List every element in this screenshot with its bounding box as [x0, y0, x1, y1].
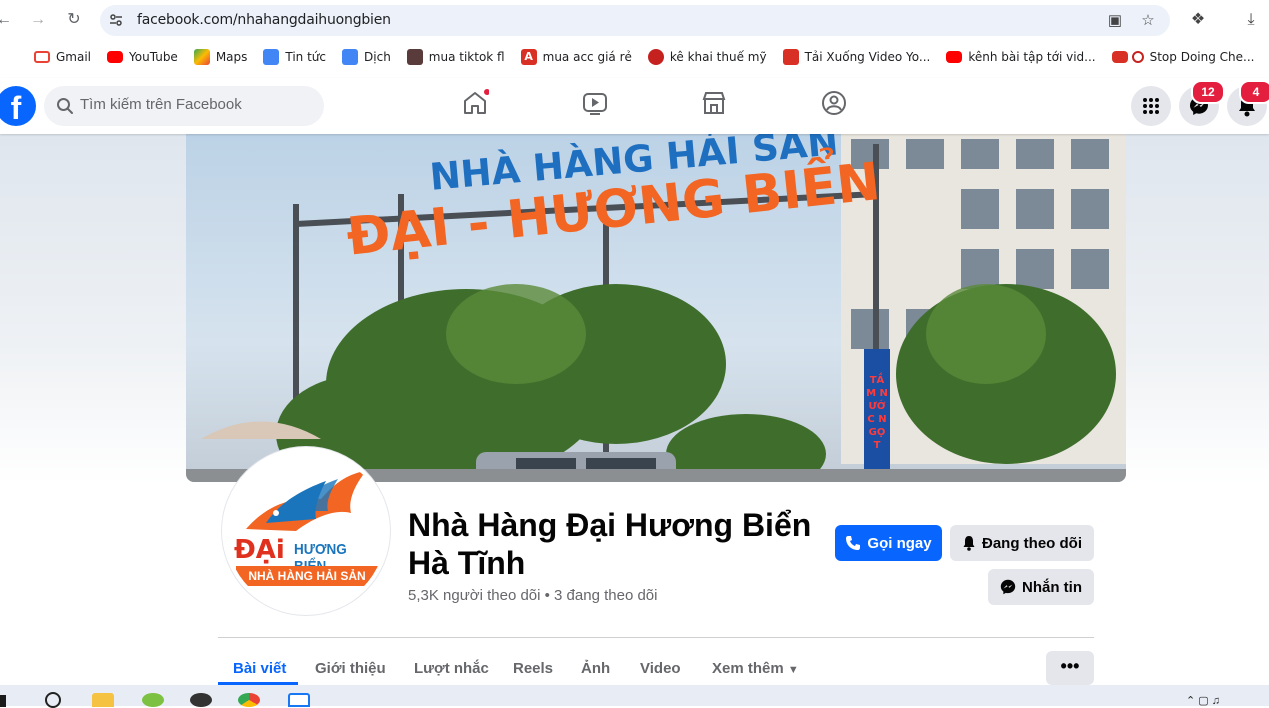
bookmark-translate[interactable]: Dịch — [342, 49, 391, 65]
messenger-badge: 12 — [1191, 80, 1225, 104]
app-icon[interactable] — [190, 693, 212, 707]
app-icon[interactable] — [142, 693, 164, 707]
bookmark-tiktok[interactable]: mua tiktok fl — [406, 49, 505, 65]
bookmark-maps[interactable]: Maps — [193, 49, 247, 65]
youtube-icon — [946, 51, 963, 63]
search-input[interactable] — [80, 96, 310, 113]
start-icon[interactable] — [0, 695, 6, 707]
tiktok-site-icon — [406, 49, 423, 65]
youtube-icon — [1111, 51, 1128, 63]
file-explorer-icon[interactable] — [92, 693, 114, 707]
marketplace-tab-icon[interactable] — [700, 89, 732, 121]
browser-toolbar: ← → ↻ facebook.com/nhahangdaihuongbien ▣… — [0, 0, 1269, 41]
bookmark-gmail[interactable]: Gmail — [34, 50, 91, 64]
page-follower-stats[interactable]: 5,3K người theo dõi • 3 đang theo dõi — [408, 587, 657, 604]
tray-icons[interactable]: ⌃ ▢ ♫ — [1186, 694, 1220, 707]
url-text[interactable]: facebook.com/nhahangdaihuongbien — [137, 12, 391, 28]
menu-grid-button[interactable] — [1131, 86, 1171, 126]
download-icon[interactable]: ⤓ — [1240, 9, 1262, 31]
back-icon[interactable]: ← — [0, 8, 16, 32]
bell-icon — [963, 536, 975, 551]
prohibited-icon — [1131, 51, 1144, 63]
bookmark-channel[interactable]: kênh bài tập tới vid... — [946, 50, 1096, 64]
apps-icon[interactable] — [0, 50, 4, 64]
tab-mentions[interactable]: Lượt nhắc — [414, 660, 489, 677]
download-site-icon — [782, 49, 799, 65]
tab-photos[interactable]: Ảnh — [581, 660, 610, 677]
notifications-badge: 4 — [1239, 80, 1269, 104]
logo-text-dai: ĐẠi — [234, 535, 285, 565]
tab-posts[interactable]: Bài viết — [233, 660, 286, 677]
bookmark-acc[interactable]: Amua acc giá rẻ — [520, 49, 632, 65]
tax-site-icon — [647, 49, 664, 65]
facebook-navbar: f 12 4 — [0, 78, 1269, 134]
news-icon — [263, 49, 280, 65]
bookmark-download-video[interactable]: Tải Xuống Video Yo... — [782, 49, 930, 65]
caret-down-icon: ▼ — [787, 664, 799, 676]
site-info-icon[interactable] — [108, 12, 124, 28]
message-button[interactable]: Nhắn tin — [988, 569, 1094, 605]
bookmark-tax[interactable]: kê khai thuế mỹ — [647, 49, 767, 65]
tab-videos[interactable]: Video — [640, 660, 681, 677]
more-options-button[interactable]: ••• — [1046, 651, 1094, 685]
facebook-search[interactable] — [44, 86, 324, 126]
messenger-icon — [1000, 579, 1016, 595]
groups-tab-icon[interactable] — [820, 89, 852, 121]
bookmark-youtube[interactable]: YouTube — [107, 50, 178, 64]
app-icon[interactable] — [288, 693, 310, 707]
logo-banner: NHÀ HÀNG HẢI SẢN — [236, 566, 378, 586]
home-tab-icon[interactable] — [461, 89, 493, 121]
bookmarks-bar: Gmail YouTube Maps Tin tức Dịch mua tikt… — [0, 41, 1269, 73]
youtube-icon — [107, 51, 124, 63]
cover-photo[interactable]: NHÀ HÀNG HẢI SẢN ĐẠI - HƯƠNG BIỂN TẮM NƯ… — [186, 134, 1126, 482]
chrome-icon[interactable] — [238, 693, 260, 707]
cover-vertical-sign: TẮM NƯỚC NGỌT — [866, 375, 888, 451]
extensions-icon[interactable]: ❖ — [1187, 9, 1209, 31]
bookmark-stop[interactable]: Stop Doing Che... — [1111, 50, 1254, 64]
page-avatar[interactable]: ĐẠi HƯƠNG BIỂN NHÀ HÀNG HẢI SẢN — [222, 447, 390, 615]
phone-icon — [846, 536, 861, 550]
site-a-icon: A — [520, 49, 537, 65]
search-icon — [57, 98, 73, 114]
gmail-icon — [34, 51, 50, 63]
reload-icon[interactable]: ↻ — [62, 8, 86, 32]
page-title: Nhà Hàng Đại Hương Biển Hà Tĩnh — [408, 507, 812, 581]
notifications-button[interactable]: 4 — [1227, 80, 1269, 126]
restaurant-logo — [226, 451, 386, 611]
bookmark-news[interactable]: Tin tức — [263, 49, 326, 65]
install-app-icon[interactable]: ▣ — [1105, 11, 1125, 31]
video-tab-icon[interactable] — [581, 89, 613, 121]
following-button[interactable]: Đang theo dõi — [950, 525, 1094, 561]
facebook-logo-icon[interactable]: f — [0, 86, 36, 126]
maps-icon — [193, 49, 210, 65]
grid-icon — [1143, 98, 1159, 114]
tab-more[interactable]: Xem thêm ▼ — [712, 660, 799, 677]
tab-reels[interactable]: Reels — [513, 660, 553, 677]
ellipsis-icon: ••• — [1060, 656, 1080, 676]
profile-divider — [218, 637, 1094, 638]
bookmark-star-icon[interactable]: ☆ — [1138, 11, 1158, 31]
call-now-button[interactable]: Gọi ngay — [835, 525, 942, 561]
tab-about[interactable]: Giới thiệu — [315, 660, 386, 677]
address-bar[interactable]: facebook.com/nhahangdaihuongbien ▣ ☆ — [100, 5, 1170, 36]
messenger-button[interactable]: 12 — [1179, 80, 1225, 126]
os-taskbar: ⌃ ▢ ♫ — [0, 685, 1269, 708]
forward-icon[interactable]: → — [26, 8, 50, 32]
translate-icon — [342, 49, 359, 65]
